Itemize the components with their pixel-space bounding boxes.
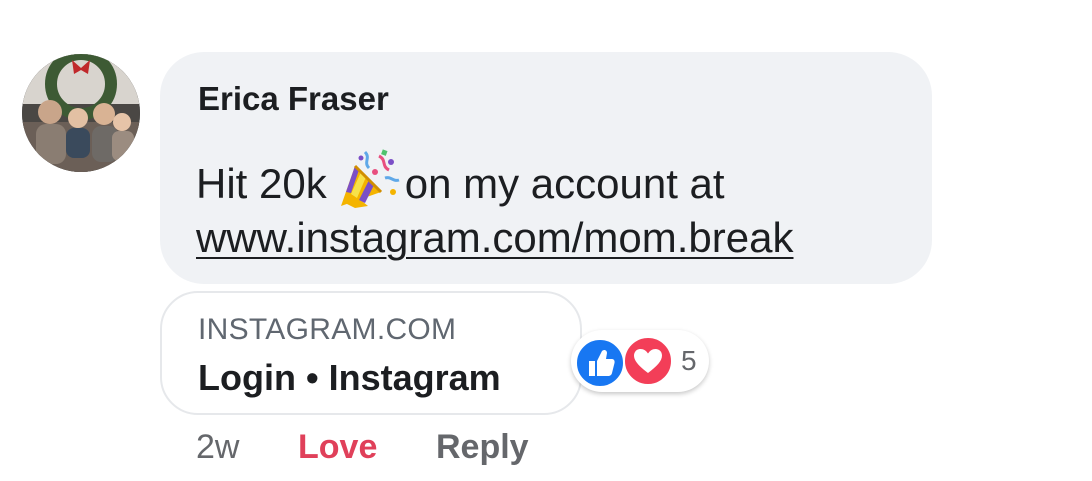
- comment-bubble: Erica Fraser Hit 20k on my account at ww…: [160, 52, 932, 284]
- love-reaction-button[interactable]: Love: [298, 428, 377, 467]
- comment-author[interactable]: Erica Fraser: [198, 80, 389, 118]
- comment-text-line: Hit 20k on my account at: [196, 148, 725, 210]
- comment-text-line: www.instagram.com/mom.break: [196, 214, 794, 262]
- comment-text: Hit 20k: [196, 160, 327, 207]
- reply-button[interactable]: Reply: [436, 428, 529, 467]
- link-preview-domain: INSTAGRAM.COM: [198, 313, 457, 346]
- reaction-count: 5: [681, 345, 697, 376]
- comment-text: on my account at: [404, 160, 725, 207]
- avatar[interactable]: [22, 54, 140, 172]
- avatar-photo: [22, 54, 140, 172]
- comment-link[interactable]: www.instagram.com/mom.break: [196, 214, 794, 261]
- like-icon: [575, 338, 625, 388]
- link-preview-title: Login • Instagram: [198, 357, 501, 398]
- love-icon: [623, 336, 673, 386]
- reactions-summary[interactable]: 5: [571, 330, 709, 392]
- comment-timestamp[interactable]: 2w: [196, 428, 239, 467]
- party-popper-icon: [335, 148, 401, 210]
- link-preview-card[interactable]: INSTAGRAM.COM Login • Instagram: [160, 291, 582, 415]
